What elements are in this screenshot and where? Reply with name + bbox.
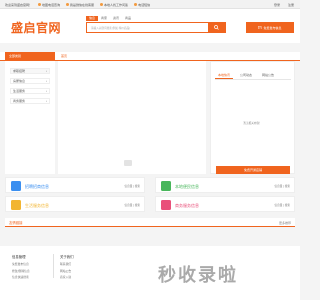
search-button[interactable]	[208, 23, 225, 32]
category-label: 房屋信息	[13, 79, 26, 83]
nav-home[interactable]: 首页	[61, 52, 67, 61]
nav-all-categories[interactable]: 全部类别	[5, 52, 55, 61]
top-link-map-label: 地图电话查询	[42, 2, 61, 7]
notice-tab-site[interactable]: 网站公告	[259, 72, 277, 79]
question-icon	[100, 3, 104, 6]
category-card-recruit[interactable]: 招聘招商信息 信息量 | 搜索	[5, 177, 145, 193]
briefcase-icon	[11, 181, 21, 191]
top-link-sms[interactable]: 电话短信	[134, 3, 150, 7]
category-menu: 求职招聘 › 房屋信息 › 生活服务 › 商务服务 ›	[5, 61, 55, 174]
footer-heading: 信息管理	[12, 255, 26, 259]
watermark: 秒收录啦	[158, 265, 238, 286]
category-item-housing[interactable]: 房屋信息 ›	[10, 78, 50, 84]
footer-divider	[53, 254, 54, 278]
phone-icon	[134, 3, 138, 6]
chevron-right-icon: ›	[45, 79, 47, 83]
search-icon	[214, 25, 219, 30]
footer-link[interactable]: 免费发布信息	[12, 262, 30, 266]
search-tabs: 信息 商家 资讯 商品	[86, 16, 134, 21]
more-link[interactable]: 更多推荐	[279, 221, 291, 225]
footer-link[interactable]: 网站公告	[60, 269, 74, 273]
category-item-life[interactable]: 生活服务 ›	[10, 88, 50, 94]
chevron-right-icon: ›	[45, 89, 47, 93]
card-title: 本地便民信息	[175, 183, 199, 189]
business-icon	[161, 200, 171, 210]
card-sub: 信息量 | 搜索	[124, 185, 141, 188]
category-card-business[interactable]: 商务服务信息 信息量 | 搜索	[155, 196, 295, 212]
open-store-button[interactable]: 免费开通店铺	[216, 166, 290, 174]
footer-link[interactable]: 联系我们	[60, 262, 74, 266]
notice-tab-company[interactable]: 公司动态	[237, 72, 255, 79]
divider	[215, 79, 291, 80]
notice-tab-local[interactable]: 本地快讯	[215, 72, 234, 79]
card-sub: 信息量 | 搜索	[124, 204, 141, 207]
category-label: 商务服务	[13, 99, 26, 103]
nav-bar: 全部类别 首页	[0, 52, 300, 61]
publish-button-label: 免费发布信息	[263, 25, 282, 30]
card-sub: 信息量 | 搜索	[274, 204, 291, 207]
section-title: 友情链接	[9, 221, 23, 225]
category-item-jobs[interactable]: 求职招聘 ›	[10, 68, 50, 74]
top-link-jobs[interactable]: 本地人找工作问答	[100, 3, 128, 7]
notice-tabs: 本地快讯 公司动态 网站公告	[215, 72, 277, 79]
empty-message: 暂无相关内容！	[243, 122, 262, 125]
top-link-jobs-label: 本地人找工作问答	[104, 2, 129, 7]
category-label: 生活服务	[13, 89, 26, 93]
chevron-right-icon: ›	[45, 99, 47, 103]
search-tab-news[interactable]: 资讯	[110, 16, 122, 21]
publish-button[interactable]: 免费发布信息	[246, 22, 294, 33]
location-icon	[38, 3, 42, 6]
site-logo[interactable]: 盛启官网	[11, 21, 61, 35]
register-link[interactable]: 注册	[288, 3, 294, 7]
edit-icon	[258, 25, 262, 30]
category-card-local[interactable]: 本地便民信息 信息量 | 搜索	[155, 177, 295, 193]
top-link-wechat[interactable]: 我是微信在线客服	[66, 3, 94, 7]
welcome-label: 欢迎来到盛启官网！	[5, 2, 33, 7]
account-links: 登录 注册	[274, 3, 294, 7]
category-item-business[interactable]: 商务服务 ›	[10, 98, 50, 104]
footer-col-about: 关于我们 联系我们 网站公告 商家入驻	[60, 254, 74, 282]
footer-heading: 关于我们	[60, 255, 74, 259]
card-title: 商务服务信息	[175, 202, 199, 208]
top-bar-links: 欢迎来到盛启官网！ 地图电话查询 我是微信在线客服 本地人找工作问答 电话短信	[5, 3, 150, 7]
footer-col-info: 信息管理 免费发布信息 修改/删除信息 信息快速搜索	[12, 254, 30, 282]
home-icon	[161, 181, 171, 191]
service-icon	[11, 200, 21, 210]
login-link[interactable]: 登录	[274, 3, 280, 7]
wechat-icon	[66, 3, 70, 6]
footer-link[interactable]: 修改/删除信息	[12, 269, 30, 273]
search-box: 请输入关键词搜索(例如:特价商品)	[86, 22, 226, 33]
search-tab-merchant[interactable]: 商家	[98, 16, 110, 21]
welcome-text: 欢迎来到盛启官网！	[5, 3, 32, 7]
top-link-sms-label: 电话短信	[138, 2, 151, 7]
search-tab-goods[interactable]: 商品	[122, 16, 134, 21]
card-title: 生活服务信息	[25, 202, 49, 208]
top-bar: 欢迎来到盛启官网！ 地图电话查询 我是微信在线客服 本地人找工作问答 电话短信 …	[0, 0, 300, 9]
card-sub: 信息量 | 搜索	[274, 185, 291, 188]
links-section-header: 友情链接 更多推荐	[5, 218, 295, 227]
footer-link[interactable]: 信息快速搜索	[12, 275, 30, 279]
footer-link[interactable]: 商家入驻	[60, 275, 74, 279]
top-link-wechat-label: 我是微信在线客服	[70, 2, 95, 7]
top-link-map[interactable]: 地图电话查询	[38, 3, 60, 7]
chevron-right-icon: ›	[45, 69, 47, 73]
category-label: 求职招聘	[13, 69, 26, 73]
search-tab-info[interactable]: 信息	[86, 16, 98, 21]
banner-area	[58, 61, 206, 174]
header: 盛启官网 信息 商家 资讯 商品 请输入关键词搜索(例如:特价商品) 免费发布信…	[0, 9, 300, 43]
slider-arrow-button[interactable]	[124, 160, 132, 166]
search-input[interactable]: 请输入关键词搜索(例如:特价商品)	[91, 26, 130, 30]
notice-panel: 本地快讯 公司动态 网站公告 暂无相关内容！ 免费开通店铺	[210, 61, 295, 174]
category-card-life[interactable]: 生活服务信息 信息量 | 搜索	[5, 196, 145, 212]
card-title: 招聘招商信息	[25, 183, 49, 189]
footer: 信息管理 免费发布信息 修改/删除信息 信息快速搜索 关于我们 联系我们 网站公…	[0, 246, 300, 300]
